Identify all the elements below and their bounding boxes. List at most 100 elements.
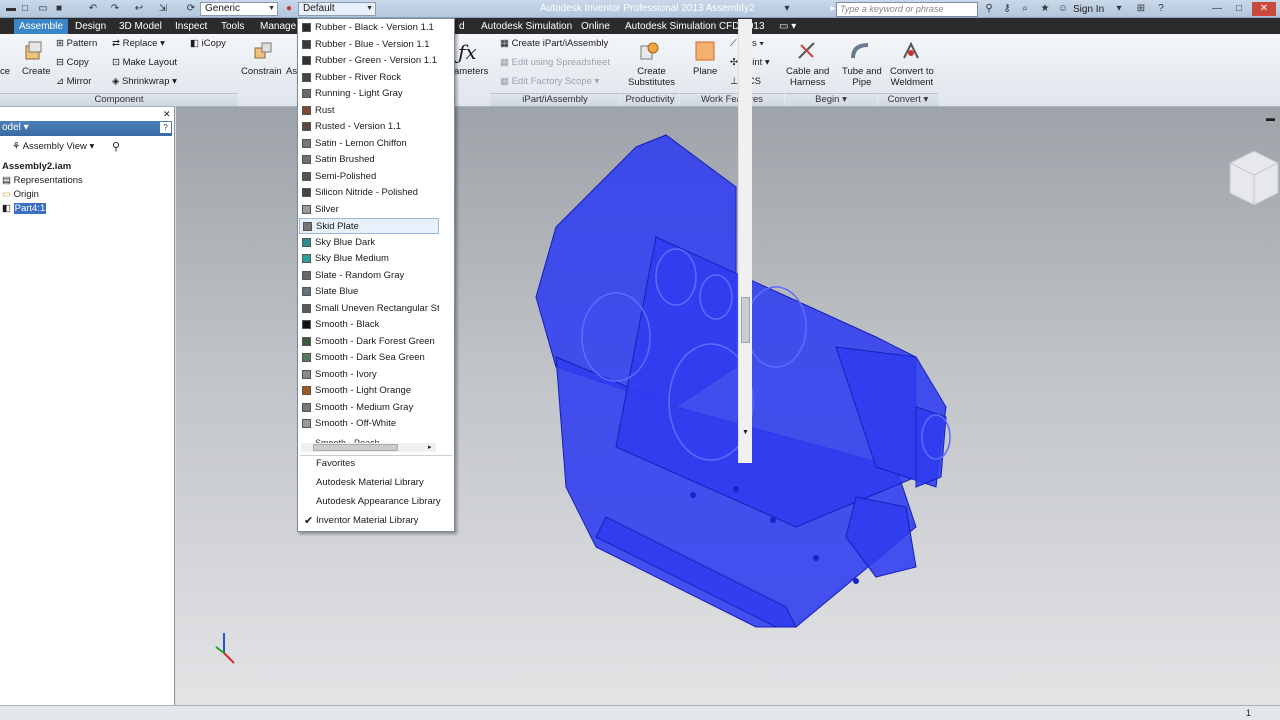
return-icon[interactable]: ↩ <box>132 2 146 16</box>
redo-icon[interactable]: ↷ <box>108 2 122 16</box>
tree-item-part[interactable]: ◧ Part4:1 <box>2 202 47 215</box>
material-item[interactable]: Rubber - Green - Version 1.1 <box>299 53 439 69</box>
key-icon[interactable]: ⚷ <box>1000 2 1014 16</box>
tab-assemble[interactable]: Assemble <box>14 19 68 34</box>
chevron-down-icon[interactable]: ▼ <box>742 429 749 436</box>
create-button[interactable]: Create <box>22 66 51 77</box>
pattern-button[interactable]: ⊞ Pattern <box>56 38 97 49</box>
binoculars-icon[interactable]: ⚲ <box>982 2 996 16</box>
library-item[interactable]: Autodesk Appearance Library <box>299 493 454 511</box>
cart-icon[interactable]: ⊞ <box>1134 2 1148 16</box>
minimize-icon[interactable]: — <box>1210 2 1224 16</box>
material-item[interactable]: Semi-Polished <box>299 169 439 185</box>
horizontal-scrollbar[interactable]: ▸ <box>301 443 436 452</box>
tree-item-representations[interactable]: ▤ Representations <box>2 174 83 187</box>
help-icon[interactable]: ? <box>160 122 171 133</box>
select-icon[interactable]: ⇲ <box>156 2 170 16</box>
ribbon-options-icon[interactable]: ▭ ▾ <box>774 19 801 34</box>
material-item[interactable]: Smooth - Dark Forest Green <box>299 334 439 350</box>
parameters-button[interactable]: ameters <box>454 66 488 77</box>
material-item[interactable]: Satin Brushed <box>299 152 439 168</box>
material-item[interactable]: Sky Blue Medium <box>299 251 439 267</box>
tube-pipe-button[interactable]: Tube and Pipe <box>842 66 882 88</box>
maximize-icon[interactable]: □ <box>1232 2 1246 16</box>
tree-item-assembly[interactable]: Assembly2.iam <box>2 160 71 173</box>
open-icon[interactable]: ▭ <box>36 2 50 16</box>
search-icon[interactable]: ⌕ <box>1018 2 1032 16</box>
material-item[interactable]: Smooth - Dark Sea Green <box>299 350 439 366</box>
binoculars-icon[interactable]: ⚲ <box>112 140 120 153</box>
app-menu-icon[interactable]: ▬ <box>4 2 18 16</box>
color-icon[interactable]: ● <box>282 2 296 16</box>
chevron-down-icon[interactable]: ▾ <box>1112 2 1126 16</box>
search-input[interactable]: Type a keyword or phrase <box>836 2 978 17</box>
material-item[interactable]: Rubber - Black - Version 1.1 <box>299 20 439 36</box>
copy-button[interactable]: ⊟ Copy <box>56 57 89 68</box>
material-item[interactable]: Silver <box>299 202 439 218</box>
vertical-scrollbar[interactable]: ▼ <box>738 19 752 463</box>
library-item[interactable]: Favorites <box>299 455 454 473</box>
place-button[interactable]: ce <box>0 66 10 77</box>
user-icon[interactable]: ☺ <box>1056 2 1070 16</box>
material-item[interactable]: Skid Plate <box>299 218 439 234</box>
replace-button[interactable]: ⇄ Replace ▾ <box>112 38 165 49</box>
viewcube-icon[interactable] <box>1222 147 1280 209</box>
tab-online[interactable]: Online <box>576 19 615 34</box>
tab-view[interactable]: d <box>454 19 470 34</box>
save-icon[interactable]: ■ <box>52 2 66 16</box>
material-item[interactable]: Rubber - River Rock <box>299 70 439 86</box>
material-item[interactable]: Satin - Lemon Chiffon <box>299 136 439 152</box>
assemble-button[interactable]: As <box>286 66 297 77</box>
create-substitutes-button[interactable]: Create Substitutes <box>628 66 675 88</box>
tab-3d-model[interactable]: 3D Model <box>114 19 167 34</box>
close-icon[interactable]: ✕ <box>163 109 171 120</box>
tab-inspect[interactable]: Inspect <box>170 19 212 34</box>
tree-item-origin[interactable]: ▭ Origin <box>2 188 39 201</box>
style-combo[interactable]: Generic ▼ <box>200 2 278 16</box>
sign-in-link[interactable]: Sign In <box>1073 4 1104 15</box>
material-item[interactable]: Smooth - Medium Gray <box>299 400 439 416</box>
material-item[interactable]: Smooth - Ivory <box>299 367 439 383</box>
plane-button[interactable]: Plane <box>693 66 717 77</box>
material-item[interactable]: Rust <box>299 103 439 119</box>
library-item[interactable]: ✔ Inventor Material Library <box>299 512 454 530</box>
tab-tools[interactable]: Tools <box>216 19 249 34</box>
options-icon[interactable]: ▾ <box>780 2 794 16</box>
tab-autodesk-simulation[interactable]: Autodesk Simulation <box>476 19 577 34</box>
scroll-thumb[interactable] <box>741 297 750 343</box>
constrain-button[interactable]: Constrain <box>241 66 282 77</box>
icopy-button[interactable]: ◧ iCopy <box>190 38 226 49</box>
tab-manage[interactable]: Manage <box>255 19 301 34</box>
new-icon[interactable]: □ <box>18 2 32 16</box>
update-icon[interactable]: ⟳ <box>184 2 198 16</box>
tab-design[interactable]: Design <box>70 19 111 34</box>
undo-icon[interactable]: ↶ <box>86 2 100 16</box>
star-icon[interactable]: ★ <box>1038 2 1052 16</box>
help-icon[interactable]: ? <box>1154 2 1168 16</box>
material-item[interactable]: Silicon Nitride - Polished <box>299 185 439 201</box>
hscroll-thumb[interactable] <box>313 444 398 451</box>
browser-header[interactable]: odel ▾ ? <box>0 121 172 136</box>
close-icon[interactable]: ✕ <box>1252 2 1276 16</box>
mirror-button[interactable]: ⊿ Mirror <box>56 76 91 87</box>
material-item[interactable]: Slate - Random Gray <box>299 268 439 284</box>
make-layout-button[interactable]: ⊡ Make Layout <box>112 57 177 68</box>
appearance-combo[interactable]: Default ▼ <box>298 2 376 16</box>
material-item[interactable]: Running - Light Gray <box>299 86 439 102</box>
viewport-menu-icon[interactable]: ▬ <box>1266 113 1275 123</box>
create-ipart-button[interactable]: ▦ Create iPart/iAssembly <box>500 38 608 49</box>
material-item[interactable]: Smooth - Black <box>299 317 439 333</box>
material-item[interactable]: Smooth - Off-White <box>299 416 439 432</box>
material-item[interactable]: Sky Blue Dark <box>299 235 439 251</box>
convert-weldment-button[interactable]: Convert to Weldment <box>890 66 934 88</box>
material-item[interactable]: Smooth - Light Orange <box>299 383 439 399</box>
library-item[interactable]: Autodesk Material Library <box>299 474 454 492</box>
cable-harness-button[interactable]: Cable and Harness <box>786 66 829 88</box>
chevron-right-icon[interactable]: ▸ <box>428 443 432 451</box>
material-item[interactable]: Slate Blue <box>299 284 439 300</box>
assembly-view-dropdown[interactable]: ⚘ Assembly View ▾ <box>12 141 94 152</box>
material-item[interactable]: Rusted - Version 1.1 <box>299 119 439 135</box>
material-item[interactable]: Rubber - Blue - Version 1.1 <box>299 37 439 53</box>
material-item[interactable]: Small Uneven Rectangular Sto <box>299 301 439 317</box>
shrinkwrap-button[interactable]: ◈ Shrinkwrap ▾ <box>112 76 177 87</box>
